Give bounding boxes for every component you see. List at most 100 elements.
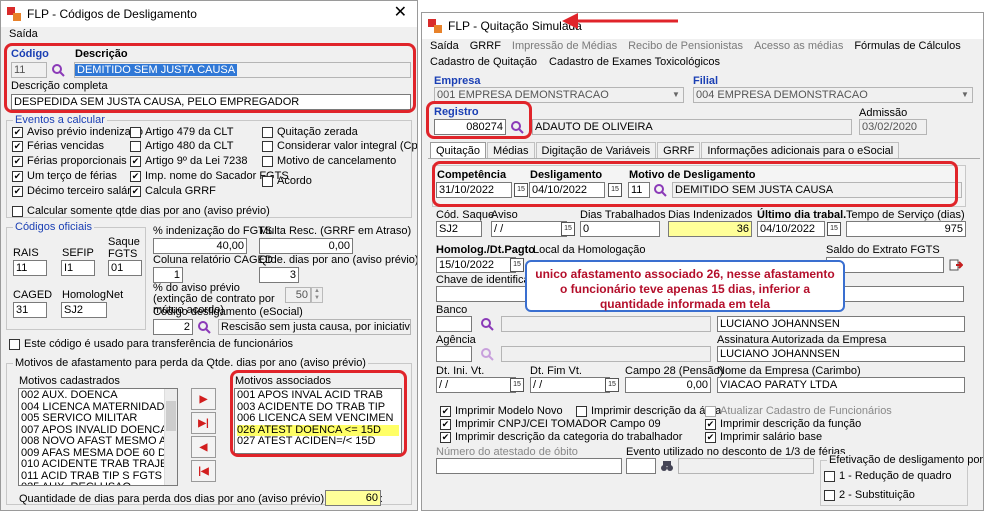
aviso-input[interactable]: / / — [491, 221, 567, 237]
tempo-servico-input[interactable]: 975 — [846, 221, 966, 237]
close-icon[interactable]: ✕ — [394, 5, 407, 21]
checkbox[interactable]: ✔ — [130, 170, 141, 182]
search-icon[interactable] — [197, 320, 211, 334]
opcao-check-6[interactable]: ✔ Imprimir salário base — [705, 431, 822, 443]
evento-check-2[interactable]: ✔ Férias proporcionais — [12, 155, 127, 167]
menu-saida[interactable]: Saída — [9, 28, 38, 40]
efetivacao-opt-1[interactable]: 1 - Redução de quadro — [824, 470, 952, 482]
calendar-icon[interactable]: 15 — [510, 258, 524, 272]
checkbox[interactable]: ✔ — [130, 155, 141, 167]
evento-check-9[interactable]: ✔ Calcula GRRF — [130, 185, 216, 197]
tab-medias[interactable]: Médias — [487, 142, 535, 159]
quantidade-input[interactable]: 60 — [325, 490, 381, 506]
list-item[interactable]: 005 SERVICO MILITAR — [21, 412, 175, 425]
search-icon[interactable] — [480, 317, 494, 331]
evento-check-11[interactable]: Considerar valor integral (Cpo 21) — [262, 140, 417, 152]
checkbox[interactable]: ✔ — [440, 431, 451, 443]
checkbox[interactable] — [824, 489, 835, 501]
remove-one-button[interactable]: ◀ — [191, 436, 216, 458]
evento-check-4[interactable]: ✔ Décimo terceiro salário — [12, 185, 139, 197]
evento-check-3[interactable]: ✔ Um terço de férias — [12, 170, 117, 182]
checkbox[interactable] — [9, 338, 20, 350]
calc-somente-check[interactable]: Calcular somente qtde dias por ano (avis… — [12, 205, 270, 217]
saque-fgts-input[interactable]: 01 — [108, 260, 142, 276]
binoculars-icon[interactable] — [660, 459, 674, 473]
checkbox[interactable]: ✔ — [12, 140, 23, 152]
evento-check-6[interactable]: Artigo 480 da CLT — [130, 140, 233, 152]
responsavel-input[interactable]: LUCIANO JOHANNSEN — [717, 316, 965, 332]
menu-formulas-calculos[interactable]: Fórmulas de Cálculos — [854, 40, 960, 52]
menu-acesso-medias[interactable]: Acesso as médias — [754, 40, 843, 52]
efetivacao-opt-2[interactable]: 2 - Substituição — [824, 489, 915, 501]
calendar-icon[interactable]: 15 — [827, 222, 841, 236]
evento-check-7[interactable]: ✔ Artigo 9º da Lei 7238 — [130, 155, 247, 167]
opcao-check-3[interactable]: Imprimir descrição da área — [576, 405, 721, 417]
transfer-check[interactable]: Este código é usado para transferência d… — [9, 338, 293, 350]
campo28-input[interactable]: 0,00 — [625, 377, 711, 393]
checkbox[interactable]: ✔ — [705, 418, 716, 430]
calendar-icon[interactable]: 15 — [605, 378, 619, 392]
banco-input[interactable] — [436, 316, 472, 332]
evento-check-10[interactable]: Quitação zerada — [262, 126, 358, 138]
opcao-check-1[interactable]: ✔ Imprimir CNPJ/CEI TOMADOR Campo 09 — [440, 418, 661, 430]
multa-input[interactable]: 0,00 — [259, 238, 353, 254]
sefip-input[interactable]: I1 — [61, 260, 95, 276]
evento-input[interactable] — [626, 458, 656, 474]
nome-empresa-input[interactable]: VIACAO PARATY LTDA — [717, 377, 965, 393]
dt-fim-input[interactable]: / / — [530, 377, 610, 393]
menu-impressao-medias[interactable]: Impressão de Médias — [512, 40, 617, 52]
agencia-input[interactable] — [436, 346, 472, 362]
checkbox[interactable]: ✔ — [12, 185, 23, 197]
checkbox[interactable]: ✔ — [12, 126, 23, 138]
tab-digitacao[interactable]: Digitação de Variáveis — [535, 142, 657, 159]
scroll-thumb[interactable] — [166, 401, 176, 431]
coluna-caged-input[interactable]: 1 — [153, 267, 183, 283]
homolognet-input[interactable]: SJ2 — [61, 302, 107, 318]
dt-ini-input[interactable]: / / — [436, 377, 516, 393]
list-item[interactable]: 010 ACIDENTE TRAB TRAJET — [21, 458, 175, 471]
evento-check-5[interactable]: Artigo 479 da CLT — [130, 126, 233, 138]
tab-grrf[interactable]: GRRF — [657, 142, 701, 159]
evento-check-13[interactable]: Acordo — [262, 175, 312, 187]
tab-esocial[interactable]: Informações adicionais para o eSocial — [701, 142, 900, 159]
caged-input[interactable]: 31 — [13, 302, 47, 318]
checkbox[interactable] — [576, 405, 587, 417]
pct-aviso-input[interactable]: 50 — [285, 287, 311, 303]
export-icon[interactable] — [949, 258, 963, 272]
dias-ind-input[interactable]: 36 — [668, 221, 752, 237]
chevron-down-icon[interactable]: ▼ — [958, 88, 972, 102]
dias-trab-input[interactable]: 0 — [580, 221, 660, 237]
cod-esocial-input[interactable]: 2 — [153, 319, 193, 335]
pct-aviso-spinner[interactable]: ▲ ▼ — [311, 287, 323, 303]
evento-check-12[interactable]: Motivo de cancelamento — [262, 155, 396, 167]
menu-saida[interactable]: Saída — [430, 40, 459, 52]
remove-all-button[interactable]: |◀ — [191, 460, 216, 482]
checkbox[interactable]: ✔ — [12, 155, 23, 167]
opcao-check-2[interactable]: ✔ Imprimir descrição da categoria do trab… — [440, 431, 682, 443]
qtde-dias-input[interactable]: 3 — [259, 267, 299, 283]
checkbox[interactable]: ✔ — [12, 170, 23, 182]
checkbox[interactable] — [824, 470, 835, 482]
checkbox[interactable] — [130, 126, 141, 138]
checkbox[interactable] — [12, 205, 23, 217]
menu-recibo-pensionistas[interactable]: Recibo de Pensionistas — [628, 40, 743, 52]
search-icon[interactable] — [480, 347, 494, 361]
list-item[interactable]: 025 AUX. RECLUSAO — [21, 481, 175, 485]
opcao-check-0[interactable]: ✔ Imprimir Modelo Novo — [440, 405, 563, 417]
checkbox[interactable]: ✔ — [130, 185, 141, 197]
list-item[interactable]: 008 NOVO AFAST MESMO A T — [21, 435, 175, 448]
menu-cadastro-quitacao[interactable]: Cadastro de Quitação — [430, 56, 537, 68]
checkbox[interactable]: ✔ — [440, 405, 451, 417]
add-all-button[interactable]: ▶| — [191, 412, 216, 434]
ultimo-dia-input[interactable]: 04/10/2022 — [757, 221, 825, 237]
calendar-icon[interactable]: 15 — [510, 378, 524, 392]
pct-fgts-input[interactable]: 40,00 — [153, 238, 247, 254]
motivos-cadastrados-list[interactable]: 002 AUX. DOENCA 004 LICENCA MATERNIDADE 00… — [18, 388, 178, 486]
opcao-check-4[interactable]: Atualizar Cadastro de Funcionários — [705, 405, 892, 417]
checkbox[interactable] — [705, 405, 716, 417]
checkbox[interactable] — [262, 140, 273, 152]
add-one-button[interactable]: ▶ — [191, 388, 216, 410]
menu-grrf[interactable]: GRRF — [470, 40, 501, 52]
checkbox[interactable] — [262, 175, 273, 187]
tab-quitacao[interactable]: Quitação — [430, 142, 487, 159]
